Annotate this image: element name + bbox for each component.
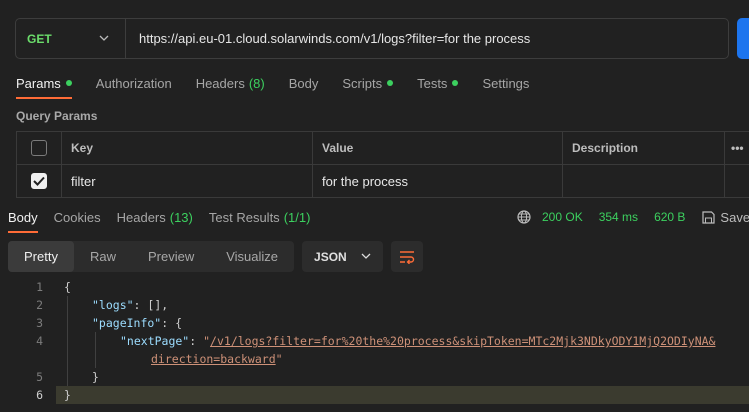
view-preview[interactable]: Preview — [132, 241, 210, 272]
status-dot — [452, 80, 459, 86]
code-line: "nextPage": "/v1/logs?filter=for%20the%2… — [120, 334, 716, 348]
tab-test-results[interactable]: Test Results (1/1) — [209, 209, 311, 225]
tab-headers[interactable]: Headers (8) — [196, 75, 265, 91]
request-tabs: Params Authorization Headers (8) Body Scr… — [16, 75, 553, 99]
param-value[interactable]: for the process — [313, 165, 563, 197]
column-description: Description — [563, 132, 725, 164]
code-line: } — [64, 388, 71, 402]
tab-authorization[interactable]: Authorization — [96, 75, 172, 91]
url-input[interactable]: https://api.eu-01.cloud.solarwinds.com/v… — [126, 31, 530, 46]
tab-settings[interactable]: Settings — [482, 75, 529, 91]
table-row: filter for the process — [16, 165, 749, 198]
save-icon[interactable] — [701, 210, 716, 225]
tab-tests[interactable]: Tests — [417, 75, 459, 91]
param-key[interactable]: filter — [62, 165, 313, 197]
row-checkbox[interactable] — [31, 173, 47, 189]
query-params-title: Query Params — [16, 109, 98, 123]
status-code[interactable]: 200 OK — [542, 210, 583, 224]
line-number: 6 — [36, 388, 43, 402]
request-url-bar: GET https://api.eu-01.cloud.solarwinds.c… — [15, 18, 729, 59]
tab-response-headers[interactable]: Headers (13) — [117, 209, 193, 225]
response-tabs: Body Cookies Headers (13) Test Results (1/… — [8, 209, 326, 233]
view-visualize[interactable]: Visualize — [210, 241, 294, 272]
line-number: 5 — [36, 370, 43, 384]
param-description[interactable] — [563, 165, 725, 197]
method-select[interactable]: GET — [16, 19, 126, 58]
save-response-button[interactable]: Save — [720, 210, 749, 225]
line-number: 2 — [36, 298, 43, 312]
tab-cookies[interactable]: Cookies — [54, 209, 101, 225]
status-dot — [65, 80, 72, 86]
format-select[interactable]: JSON — [302, 241, 383, 272]
code-line: "logs": [], — [92, 298, 169, 312]
view-pretty[interactable]: Pretty — [8, 241, 74, 272]
table-header-row: Key Value Description ••• — [16, 132, 749, 165]
view-mode-group: Pretty Raw Preview Visualize — [8, 241, 295, 272]
response-meta: 200 OK 354 ms 620 B Save — [516, 209, 749, 225]
response-size[interactable]: 620 B — [654, 210, 685, 224]
method-label: GET — [27, 31, 52, 46]
status-dot — [387, 80, 394, 86]
chevron-down-icon — [361, 251, 371, 262]
tab-response-body[interactable]: Body — [8, 209, 38, 233]
column-value: Value — [313, 132, 563, 164]
line-number: 3 — [36, 316, 43, 330]
query-params-table: Key Value Description ••• filter for the… — [16, 131, 749, 198]
code-line: "pageInfo": { — [92, 316, 183, 330]
response-time[interactable]: 354 ms — [599, 210, 638, 224]
tab-params[interactable]: Params — [16, 75, 72, 99]
wrap-lines-button[interactable] — [390, 241, 423, 272]
select-all-checkbox[interactable] — [31, 140, 47, 156]
code-line: direction=backward" — [151, 352, 283, 366]
code-line: { — [64, 280, 71, 294]
code-line: } — [92, 370, 99, 384]
wrap-icon — [399, 250, 415, 264]
globe-icon[interactable] — [516, 209, 532, 225]
tab-scripts[interactable]: Scripts — [342, 75, 394, 91]
active-line-highlight — [56, 386, 749, 404]
next-page-link[interactable]: /v1/logs?filter=for%20the%20process&skip… — [210, 334, 715, 348]
view-raw[interactable]: Raw — [74, 241, 132, 272]
chevron-down-icon — [99, 33, 109, 44]
column-key: Key — [62, 132, 313, 164]
line-number: 4 — [36, 334, 43, 348]
send-button[interactable] — [737, 18, 749, 59]
response-toolbar: Pretty Raw Preview Visualize JSON — [8, 241, 423, 272]
more-options-icon[interactable]: ••• — [725, 132, 749, 164]
next-page-link[interactable]: direction=backward — [151, 352, 276, 366]
line-number: 1 — [36, 280, 43, 294]
tab-body[interactable]: Body — [289, 75, 319, 91]
